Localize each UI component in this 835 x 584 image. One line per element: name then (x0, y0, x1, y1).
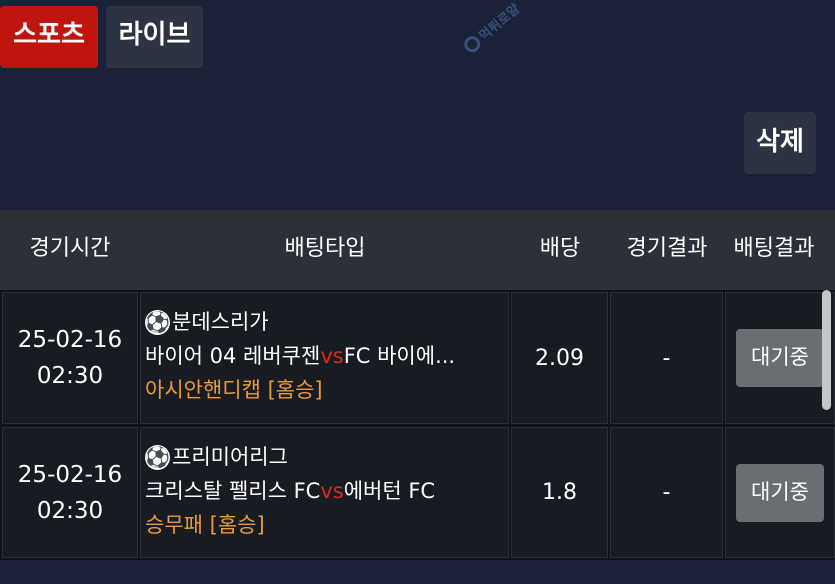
status-button[interactable]: 대기중 (736, 463, 824, 522)
header-result: 경기결과 (626, 236, 708, 261)
league-name: 분데스리가 (172, 310, 269, 334)
table-header: 경기시간 배팅타입 배당 경기결과 배팅결과 (0, 210, 835, 290)
bet-type-cell: ⚽ 프리미어리그 크리스탈 펠리스 FCvs에버턴 FC 승무패 [홈승] (140, 427, 509, 558)
league-name: 프리미어리그 (172, 445, 288, 469)
odds-cell: 1.8 (511, 427, 608, 558)
bet-status-cell: 대기중 (725, 292, 835, 424)
watermark: 먹튀로얄 (460, 0, 523, 56)
match-date: 25-02-16 (17, 327, 123, 353)
bet-status-cell: 대기중 (725, 427, 835, 558)
header-odds: 배당 (539, 236, 581, 261)
match-result-cell: - (610, 427, 723, 558)
match-time: 02:30 (36, 497, 104, 524)
bet-market: 승무패 [홈승] (145, 513, 265, 537)
match-date: 25-02-16 (17, 461, 123, 488)
match-teams: 바이어 04 레버쿠젠vsFC 바이에... (145, 339, 508, 373)
match-time-cell: 25-02-16 02:30 (2, 292, 138, 424)
bet-type-cell: ⚽ 분데스리가 바이어 04 레버쿠젠vsFC 바이에... 아시안핸디캡 [홈… (140, 292, 509, 424)
away-team: FC 바이에... (343, 344, 456, 368)
match-result-cell: - (610, 292, 723, 424)
soccer-ball-icon: ⚽ (145, 309, 170, 335)
scrollbar-thumb[interactable] (822, 290, 831, 410)
tab-live[interactable]: 라이브 (106, 6, 203, 68)
match-result: - (662, 480, 671, 505)
status-button[interactable]: 대기중 (736, 329, 824, 387)
vs-label: vs (320, 344, 344, 368)
away-team: 에버턴 FC (343, 479, 436, 503)
match-time: 02:30 (36, 363, 104, 389)
bet-market: 아시안핸디캡 [홈승] (145, 378, 323, 402)
delete-button[interactable]: 삭제 (744, 112, 816, 174)
league-line: ⚽ 프리미어리그 (145, 440, 508, 474)
tab-sports[interactable]: 스포츠 (0, 6, 98, 68)
odds-value: 1.8 (542, 480, 577, 505)
watermark-text: 먹튀로얄 (476, 1, 524, 45)
watermark-logo-icon (460, 32, 484, 56)
odds-cell: 2.09 (511, 292, 608, 424)
soccer-ball-icon: ⚽ (145, 444, 170, 470)
home-team: 크리스탈 펠리스 FC (145, 479, 321, 503)
odds-value: 2.09 (535, 345, 584, 371)
match-time-cell: 25-02-16 02:30 (2, 427, 138, 558)
league-line: ⚽ 분데스리가 (145, 305, 508, 339)
table-row: 25-02-16 02:30 ⚽ 프리미어리그 크리스탈 펠리스 FCvs에버턴… (0, 427, 835, 558)
match-teams: 크리스탈 펠리스 FCvs에버턴 FC (145, 474, 508, 508)
header-bet-result: 배팅결과 (733, 236, 815, 261)
match-result: - (662, 345, 671, 371)
bet-history-table: 경기시간 배팅타입 배당 경기결과 배팅결과 25-02-16 02:30 ⚽ … (0, 210, 835, 560)
header-time: 경기시간 (29, 236, 111, 261)
table-row: 25-02-16 02:30 ⚽ 분데스리가 바이어 04 레버쿠젠vsFC 바… (0, 292, 835, 424)
header-type: 배팅타입 (284, 236, 366, 261)
home-team: 바이어 04 레버쿠젠 (145, 344, 321, 368)
vs-label: vs (320, 479, 344, 503)
bet-history-page: 스포츠 라이브 삭제 먹튀로얄 먹튀로얄 먹튀로얄 경기시간 배팅타입 배당 경… (0, 0, 835, 584)
